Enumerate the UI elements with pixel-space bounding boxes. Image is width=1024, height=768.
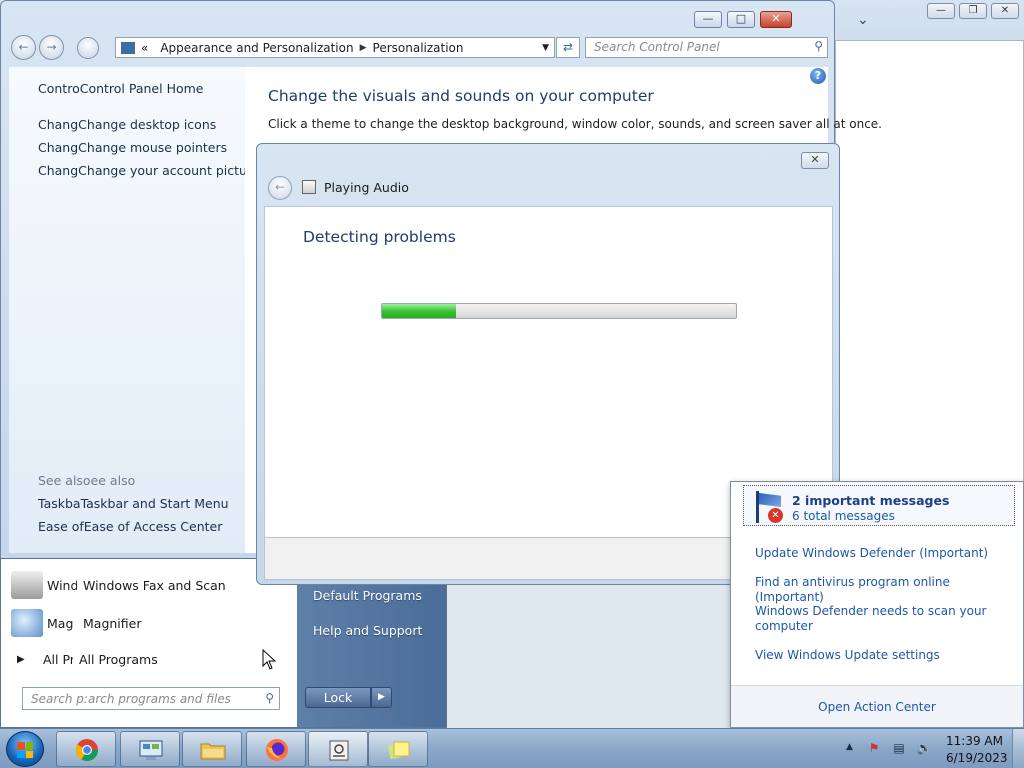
taskbar-chrome[interactable] <box>56 731 116 767</box>
search-icon[interactable]: ⚲ <box>814 39 823 53</box>
taskbar: ▲ ⚑ ▤ 🔈 11:39 AM 6/19/2023 <box>0 728 1024 768</box>
forward-button[interactable]: → <box>39 35 64 60</box>
sticky-notes-icon <box>387 741 410 760</box>
link-change-mouse-pointers[interactable]: ChangChange mouse pointers <box>38 140 227 155</box>
action-center-subtitle: 6 total messages <box>792 509 895 523</box>
start-item-label: Windows Fax and Scan <box>83 577 226 593</box>
taskbar-file-explorer[interactable] <box>182 731 242 767</box>
maximize-button[interactable]: □ <box>727 11 755 28</box>
start-search-input[interactable]: Search p:arch programs and files ⚲ <box>22 687 280 710</box>
show-desktop-button[interactable] <box>1012 729 1024 768</box>
restore-icon[interactable]: ❐ <box>959 3 987 19</box>
close-button[interactable]: ✕ <box>760 11 792 28</box>
shutdown-options-arrow-icon[interactable]: ▶ <box>371 687 392 708</box>
page-title: Change the visuals and sounds on your co… <box>268 87 654 105</box>
clock-time[interactable]: 11:39 AM <box>946 734 1003 748</box>
dialog-title: Playing Audio <box>324 180 409 195</box>
lock-button[interactable]: Lock <box>305 687 371 708</box>
start-item-fax-scan[interactable]: Wind Windows Fax and Scan <box>11 570 226 600</box>
volume-muted-icon[interactable]: 🔈 <box>916 740 932 756</box>
taskbar-troubleshooter[interactable] <box>308 731 368 767</box>
link-taskbar-start-menu[interactable]: TaskbaTaskbar and Start Menu <box>38 496 229 511</box>
search-placeholder: Search Control Panel <box>594 40 720 54</box>
search-icon[interactable]: ⚲ <box>265 691 274 705</box>
clock-date[interactable]: 6/19/2023 <box>946 751 1008 765</box>
mouse-cursor-icon <box>262 649 277 670</box>
start-item-all-programs[interactable]: ▶ All Pr All Programs <box>11 644 158 674</box>
link-change-account-picture[interactable]: ChangChange your account picture <box>38 163 260 178</box>
breadcrumb-personalization[interactable]: Personalization <box>367 41 470 55</box>
magnifier-icon <box>11 609 43 637</box>
control-panel-icon <box>139 740 163 760</box>
action-center-popup: ✕ 2 important messages 6 total messages … <box>730 481 1024 728</box>
see-also-heading: See alsoee also <box>38 473 136 488</box>
dialog-heading: Detecting problems <box>303 228 456 246</box>
chrome-icon <box>76 739 98 761</box>
breadcrumb-appearance[interactable]: Appearance and Personalization <box>154 41 359 55</box>
file-explorer-icon <box>200 743 226 760</box>
action-center-flag-icon: ✕ <box>754 491 784 523</box>
start-search-placeholder: Search p:arch programs and files <box>31 692 231 706</box>
link-control-panel-home[interactable]: ControControl Panel Home <box>38 81 203 96</box>
action-center-title: 2 important messages <box>792 493 950 508</box>
start-default-programs[interactable]: Default Programs <box>313 588 422 603</box>
breadcrumb-overflow[interactable]: « <box>135 41 154 55</box>
start-item-truncated-label: Mag <box>47 615 74 631</box>
start-item-label: All Programs <box>79 651 158 667</box>
minimize-button[interactable]: — <box>694 11 722 28</box>
refresh-button[interactable]: ⇄ <box>556 37 580 58</box>
progress-bar-fill <box>382 304 457 318</box>
search-input[interactable]: Search Control Panel ⚲ <box>585 37 828 58</box>
start-item-label: Magnifier <box>83 615 142 631</box>
troubleshooter-icon <box>329 740 349 761</box>
close-button[interactable]: ✕ <box>801 152 829 169</box>
link-find-antivirus[interactable]: Find an antivirus program online (Import… <box>755 575 995 605</box>
link-windows-update-settings[interactable]: View Windows Update settings <box>755 648 995 663</box>
dropdown-arrow-icon[interactable]: ▼ <box>542 43 549 53</box>
link-defender-scan[interactable]: Windows Defender needs to scan your comp… <box>755 604 995 634</box>
taskbar-firefox[interactable] <box>246 731 306 767</box>
action-center-header[interactable]: ✕ 2 important messages 6 total messages <box>743 485 1015 526</box>
back-button[interactable]: ← <box>268 176 292 200</box>
progress-bar <box>381 303 737 319</box>
start-item-truncated-label: All Pr <box>43 651 73 667</box>
address-bar[interactable]: « Appearance and Personalization ▶ Perso… <box>115 37 555 58</box>
back-button[interactable]: ← <box>11 35 36 60</box>
breadcrumb-separator-icon[interactable]: ▶ <box>360 43 367 53</box>
link-ease-of-access[interactable]: Ease ofEase of Access Center <box>38 519 222 534</box>
minimize-icon[interactable]: — <box>927 3 955 19</box>
taskbar-sticky-notes[interactable] <box>368 731 428 767</box>
chevron-down-icon[interactable]: ⌄ <box>857 12 869 28</box>
fax-scanner-icon <box>11 571 43 599</box>
control-panel-icon <box>121 41 135 54</box>
page-description: Click a theme to change the desktop back… <box>268 117 882 131</box>
triangle-right-icon: ▶ <box>17 653 25 665</box>
start-help-support[interactable]: Help and Support <box>313 623 422 638</box>
start-item-magnifier[interactable]: Mag Magnifier <box>11 608 141 638</box>
start-item-truncated-label: Wind <box>47 577 77 593</box>
show-hidden-icons-icon[interactable]: ▲ <box>846 742 853 752</box>
link-update-defender[interactable]: Update Windows Defender (Important) <box>755 546 995 561</box>
close-icon[interactable]: ✕ <box>991 3 1019 19</box>
firefox-icon <box>266 739 288 761</box>
left-navigation-pane: ControControl Panel Home ChangChange des… <box>9 67 260 553</box>
start-button[interactable] <box>6 731 44 767</box>
help-icon[interactable]: ? <box>810 68 826 84</box>
action-center-tray-icon[interactable]: ⚑ <box>866 740 882 756</box>
troubleshooter-icon <box>302 180 316 194</box>
open-action-center-link[interactable]: Open Action Center <box>731 685 1023 727</box>
link-change-desktop-icons[interactable]: ChangChange desktop icons <box>38 117 216 132</box>
taskbar-control-panel[interactable] <box>120 731 180 767</box>
network-icon[interactable]: ▤ <box>891 740 907 756</box>
recent-pages-button[interactable] <box>77 37 99 59</box>
windows-logo-icon <box>17 742 33 758</box>
